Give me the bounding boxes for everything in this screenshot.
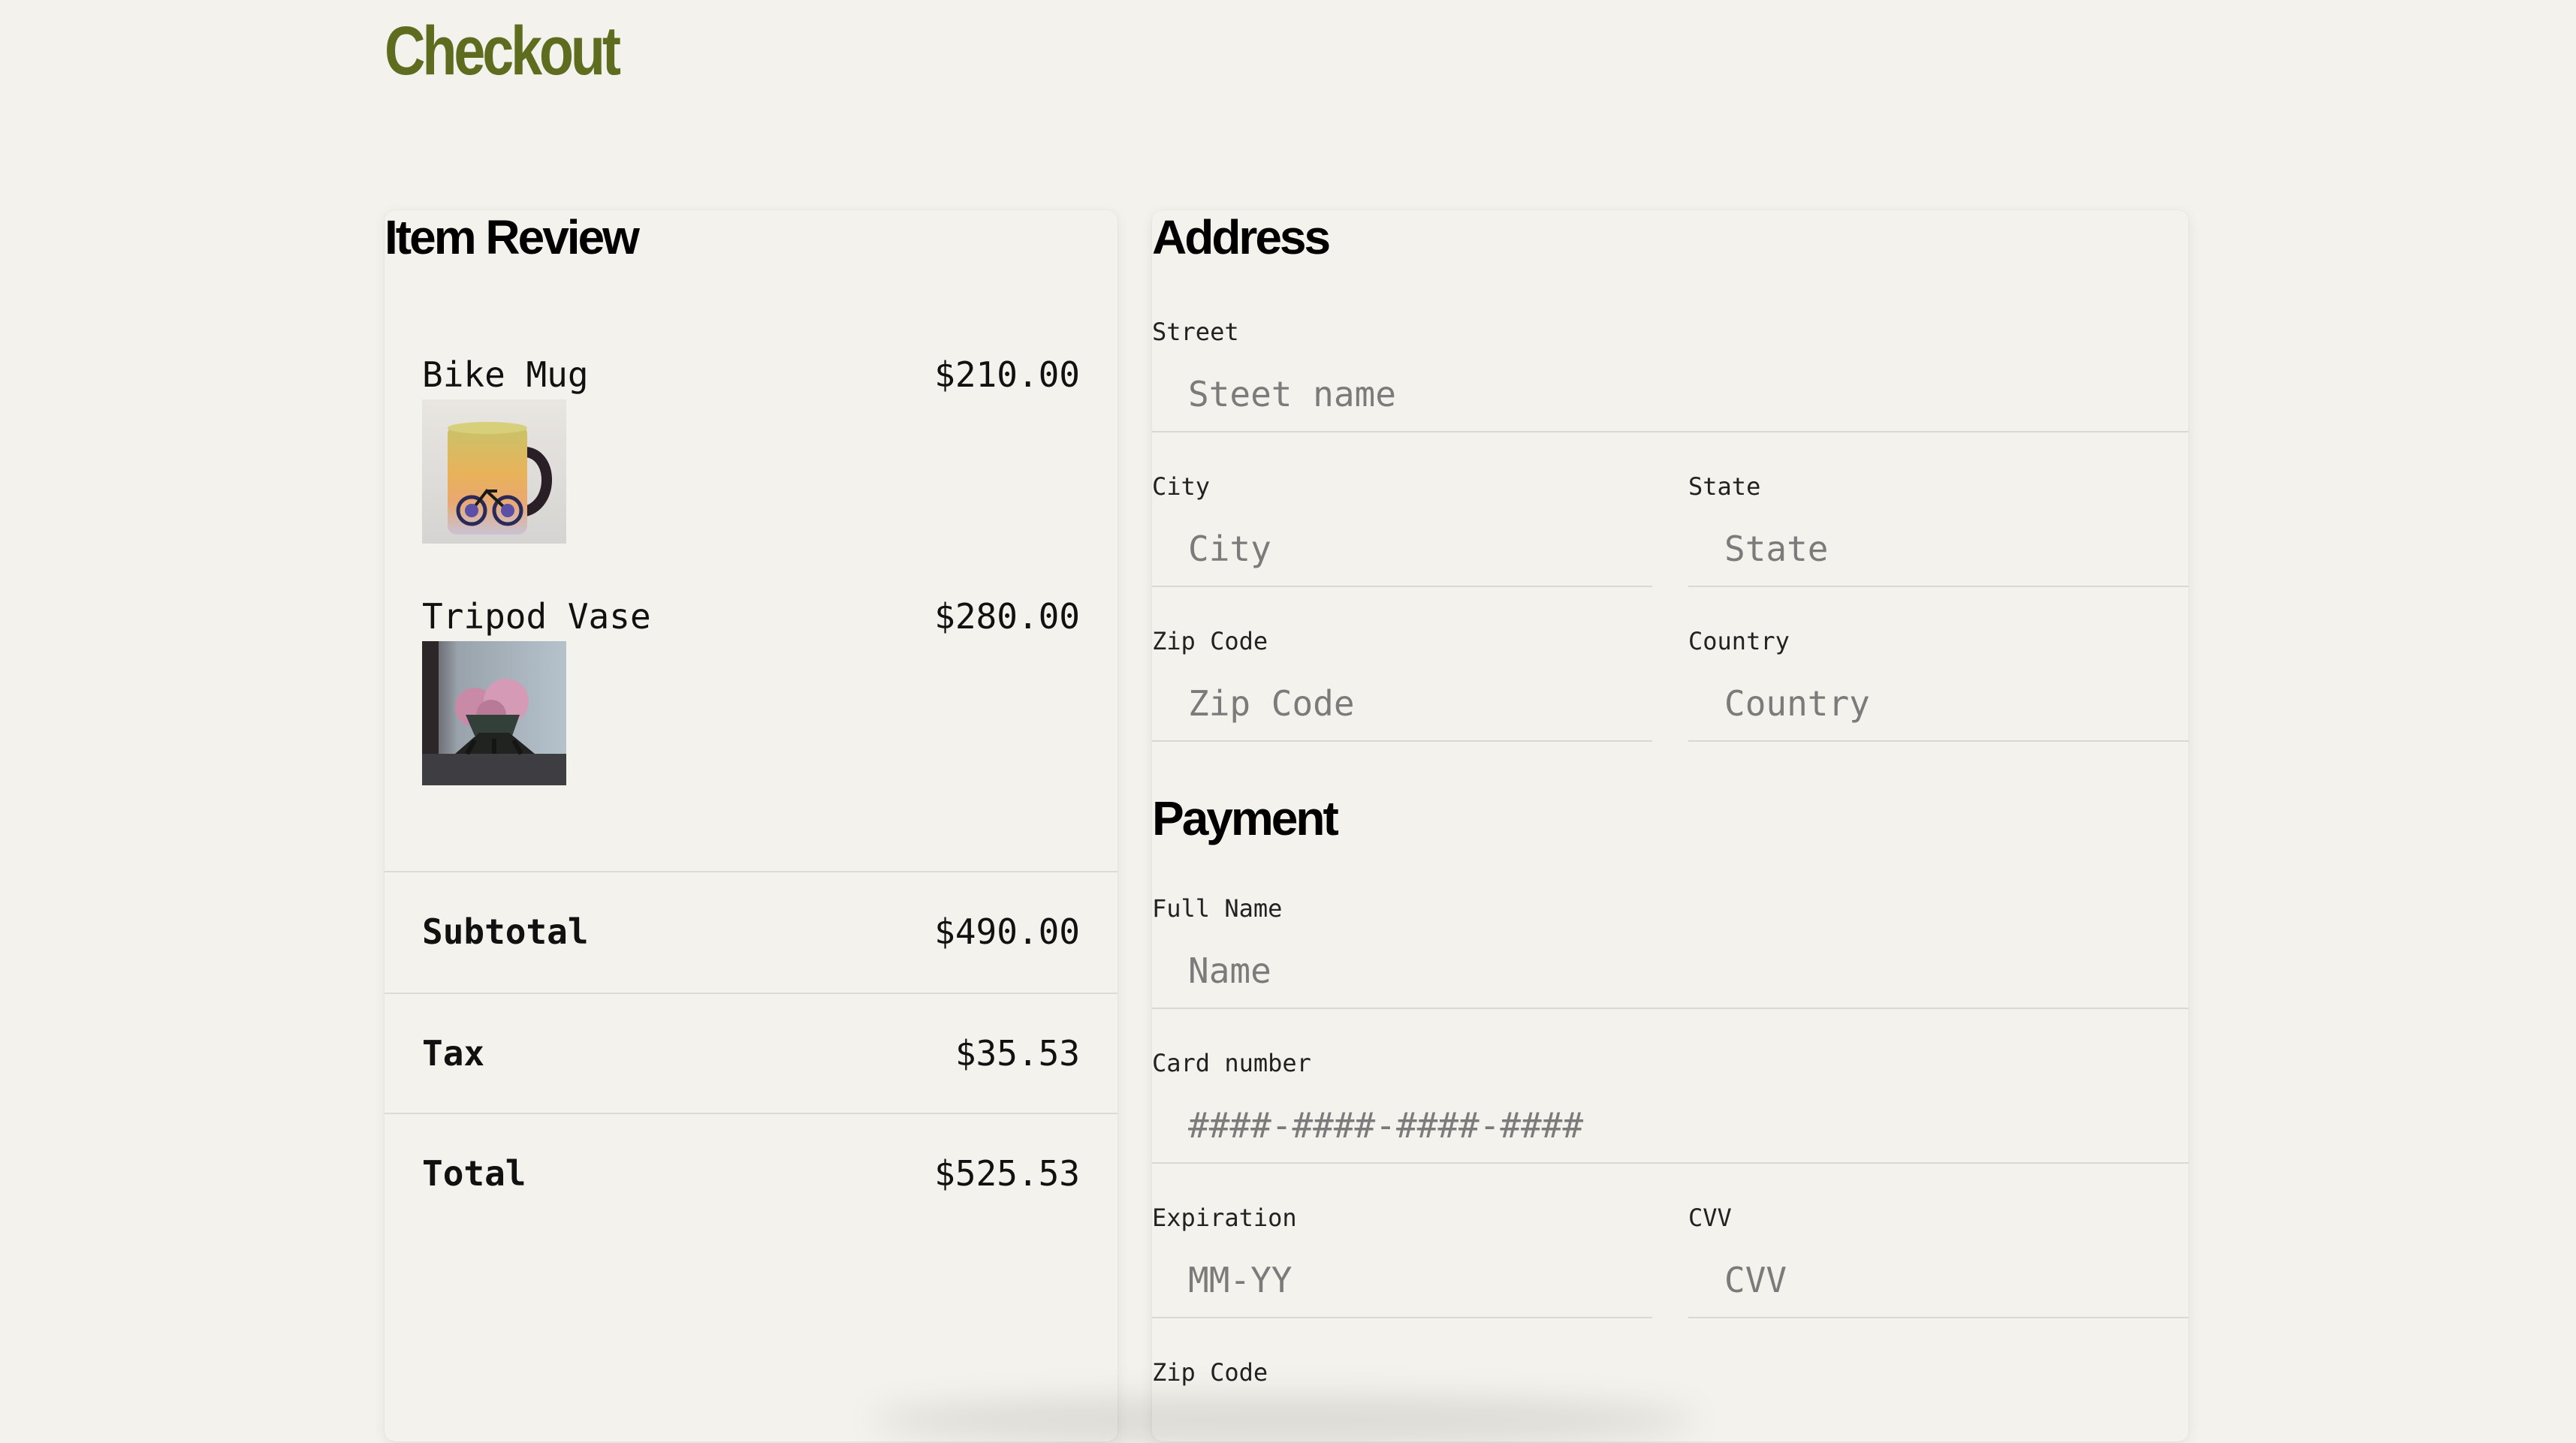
- checkout-form-card: Address Street City State Zip Code Count…: [1152, 210, 2188, 1441]
- country-label: Country: [1688, 627, 1790, 655]
- street-label: Street: [1152, 318, 1239, 346]
- total-value: $525.53: [934, 1153, 1080, 1194]
- zip-code-input[interactable]: [1152, 667, 1652, 742]
- street-input[interactable]: [1152, 357, 2188, 432]
- card-number-label: Card number: [1152, 1049, 1311, 1077]
- expiration-input[interactable]: [1152, 1243, 1652, 1318]
- payment-zip-code-label: Zip Code: [1152, 1358, 1268, 1387]
- tax-value: $35.53: [955, 1033, 1080, 1074]
- state-input[interactable]: [1688, 512, 2188, 587]
- item-name: Bike Mug: [422, 354, 589, 395]
- address-title: Address: [1152, 210, 1331, 264]
- cvv-label: CVV: [1688, 1204, 1732, 1232]
- cvv-input[interactable]: [1688, 1243, 2188, 1318]
- total-label: Total: [422, 1153, 526, 1194]
- city-input[interactable]: [1152, 512, 1652, 587]
- subtotal-value: $490.00: [934, 911, 1080, 952]
- city-label: City: [1152, 472, 1211, 501]
- expiration-label: Expiration: [1152, 1204, 1297, 1232]
- full-name-label: Full Name: [1152, 894, 1283, 923]
- item-review-card: Item Review Bike Mug $210.00 Tripod Vase…: [385, 210, 1118, 1441]
- subtotal-label: Subtotal: [422, 911, 589, 952]
- state-label: State: [1688, 472, 1761, 501]
- item-image: [422, 399, 566, 544]
- item-price: $210.00: [934, 354, 1080, 395]
- divider: [385, 993, 1118, 994]
- divider: [385, 1113, 1118, 1114]
- country-input[interactable]: [1688, 667, 2188, 742]
- card-number-input[interactable]: [1152, 1089, 2188, 1164]
- tax-label: Tax: [422, 1033, 485, 1074]
- item-review-title: Item Review: [385, 210, 640, 264]
- item-name: Tripod Vase: [422, 596, 651, 637]
- divider: [385, 871, 1118, 872]
- floating-bar-shadow: [871, 1398, 1697, 1443]
- payment-title: Payment: [1152, 791, 1339, 845]
- item-price: $280.00: [934, 596, 1080, 637]
- full-name-input[interactable]: [1152, 934, 2188, 1009]
- zip-code-label: Zip Code: [1152, 627, 1268, 655]
- item-image: [422, 641, 566, 785]
- page-title: Checkout: [385, 13, 621, 89]
